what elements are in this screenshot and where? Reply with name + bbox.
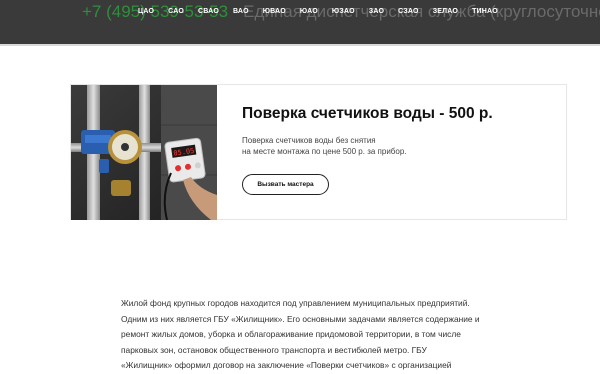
article-text: Жилой фонд крупных городов находится под… <box>121 296 521 374</box>
article-line-5: «Жилищник» оформил договор на заключение… <box>121 360 452 370</box>
article-line-2: Одним из них является ГБУ «Жилищник». Ег… <box>121 313 480 324</box>
top-header: +7 (495) 539-53-53 - Единая диспетчерска… <box>0 0 600 44</box>
article-line-3: ремонт жилых домов, уборка и облагоражив… <box>121 329 461 339</box>
header-shadow-divider <box>0 44 600 46</box>
district-link-yuvao[interactable]: ЮВАО <box>263 6 286 18</box>
article-line-4: парковых зон, остановок общественного тр… <box>121 344 427 355</box>
district-link-yuao[interactable]: ЮАО <box>300 6 318 18</box>
promo-description-line-1: Поверка счетчиков воды без снятия <box>242 136 376 145</box>
district-link-sao[interactable]: САО <box>168 6 184 18</box>
district-nav: ЦАО САО СВАО ВАО ЮВАО ЮАО ЮЗАО ЗАО СЗАО … <box>138 6 512 18</box>
district-link-szao[interactable]: СЗАО <box>398 6 419 18</box>
promo-content: Поверка счетчиков воды - 500 р. Поверка … <box>242 85 556 220</box>
promo-description-line-2: на месте монтажа по цене 500 р. за прибо… <box>242 147 407 156</box>
district-link-zao[interactable]: ЗАО <box>369 6 384 18</box>
district-link-svao[interactable]: СВАО <box>198 6 219 18</box>
promo-title: Поверка счетчиков воды - 500 р. <box>242 105 493 122</box>
district-link-cao[interactable]: ЦАО <box>138 6 154 18</box>
article-line-1: Жилой фонд крупных городов находится под… <box>121 298 470 308</box>
promo-description: Поверка счетчиков воды без снятия на мес… <box>242 135 407 157</box>
district-link-zelao[interactable]: ЗЕЛАО <box>433 6 458 18</box>
call-master-button[interactable]: Вызвать мастера <box>242 174 329 195</box>
district-link-vao[interactable]: ВАО <box>233 6 249 18</box>
promo-card: 05.05 Поверка счетчиков воды - 500 р. По… <box>70 84 567 220</box>
district-link-tinao[interactable]: ТИНАО <box>472 6 498 18</box>
water-meter-photo: 05.05 <box>71 85 217 220</box>
district-link-yuzao[interactable]: ЮЗАО <box>332 6 355 18</box>
